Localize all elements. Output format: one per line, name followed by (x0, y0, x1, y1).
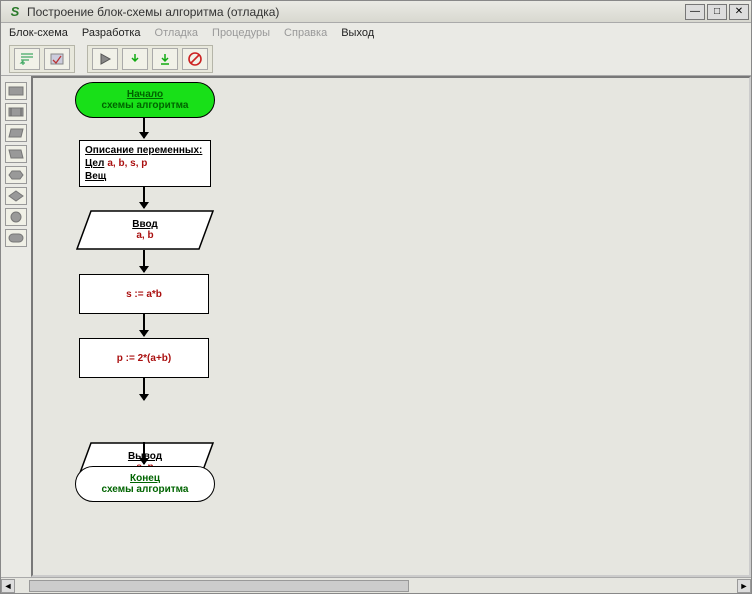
toolbar-view-button[interactable] (44, 48, 70, 70)
palette-process[interactable] (5, 82, 27, 100)
palette-terminator[interactable] (5, 229, 27, 247)
menu-exit[interactable]: Выход (341, 27, 374, 39)
block-input[interactable]: Ввод a, b (75, 210, 215, 250)
block-start[interactable]: Начало схемы алгоритма (75, 82, 215, 118)
horizontal-scrollbar[interactable]: ◄ ► (1, 577, 751, 593)
menu-help[interactable]: Справка (284, 27, 327, 39)
toolbar-group-edit (9, 45, 75, 73)
maximize-button[interactable]: □ (707, 4, 727, 20)
toolbar (1, 43, 751, 75)
menu-blockscheme[interactable]: Блок-схема (9, 27, 68, 39)
palette-output[interactable] (5, 145, 27, 163)
toolbar-group-run (87, 45, 213, 73)
palette-subroutine[interactable] (5, 103, 27, 121)
scroll-right-arrow[interactable]: ► (737, 579, 751, 593)
step-over-icon (158, 52, 172, 66)
flow-arrow (143, 442, 145, 464)
toolbar-step-over-button[interactable] (152, 48, 178, 70)
menu-development[interactable]: Разработка (82, 27, 141, 39)
palette-loop-start[interactable] (5, 166, 27, 184)
minimize-button[interactable]: — (685, 4, 705, 20)
scroll-left-arrow[interactable]: ◄ (1, 579, 15, 593)
block-process-s[interactable]: s := a*b (79, 274, 209, 314)
view-icon (49, 52, 65, 66)
menubar: Блок-схема Разработка Отладка Процедуры … (1, 23, 751, 43)
content-area: Начало схемы алгоритма Описание переменн… (1, 75, 751, 577)
toolbar-run-button[interactable] (92, 48, 118, 70)
indent-icon (19, 52, 35, 66)
app-window: S Построение блок-схемы алгоритма (отлад… (0, 0, 752, 594)
menu-debug[interactable]: Отладка (155, 27, 198, 39)
step-into-icon (128, 52, 142, 66)
app-icon: S (7, 4, 23, 20)
stop-icon (187, 51, 203, 67)
toolbar-indent-button[interactable] (14, 48, 40, 70)
flow-arrow (143, 118, 145, 138)
palette-io[interactable] (5, 124, 27, 142)
block-declarations[interactable]: Описание переменных: Целa, b, s, p Вещ (79, 140, 211, 187)
window-title: Построение блок-схемы алгоритма (отладка… (27, 5, 683, 19)
menu-procedures[interactable]: Процедуры (212, 27, 270, 39)
toolbar-step-into-button[interactable] (122, 48, 148, 70)
titlebar: S Построение блок-схемы алгоритма (отлад… (1, 1, 751, 23)
flow-arrow (143, 314, 145, 336)
palette-connector[interactable] (5, 208, 27, 226)
close-button[interactable]: ✕ (729, 4, 749, 20)
scroll-thumb[interactable] (29, 580, 409, 592)
toolbar-stop-button[interactable] (182, 48, 208, 70)
palette-decision[interactable] (5, 187, 27, 205)
flow-arrow (143, 186, 145, 208)
block-process-p[interactable]: p := 2*(a+b) (79, 338, 209, 378)
play-icon (98, 52, 112, 66)
canvas[interactable]: Начало схемы алгоритма Описание переменн… (31, 76, 751, 577)
flow-arrow (143, 378, 145, 400)
flow-arrow (143, 250, 145, 272)
shape-palette (1, 76, 31, 577)
block-end[interactable]: Конец схемы алгоритма (75, 466, 215, 502)
